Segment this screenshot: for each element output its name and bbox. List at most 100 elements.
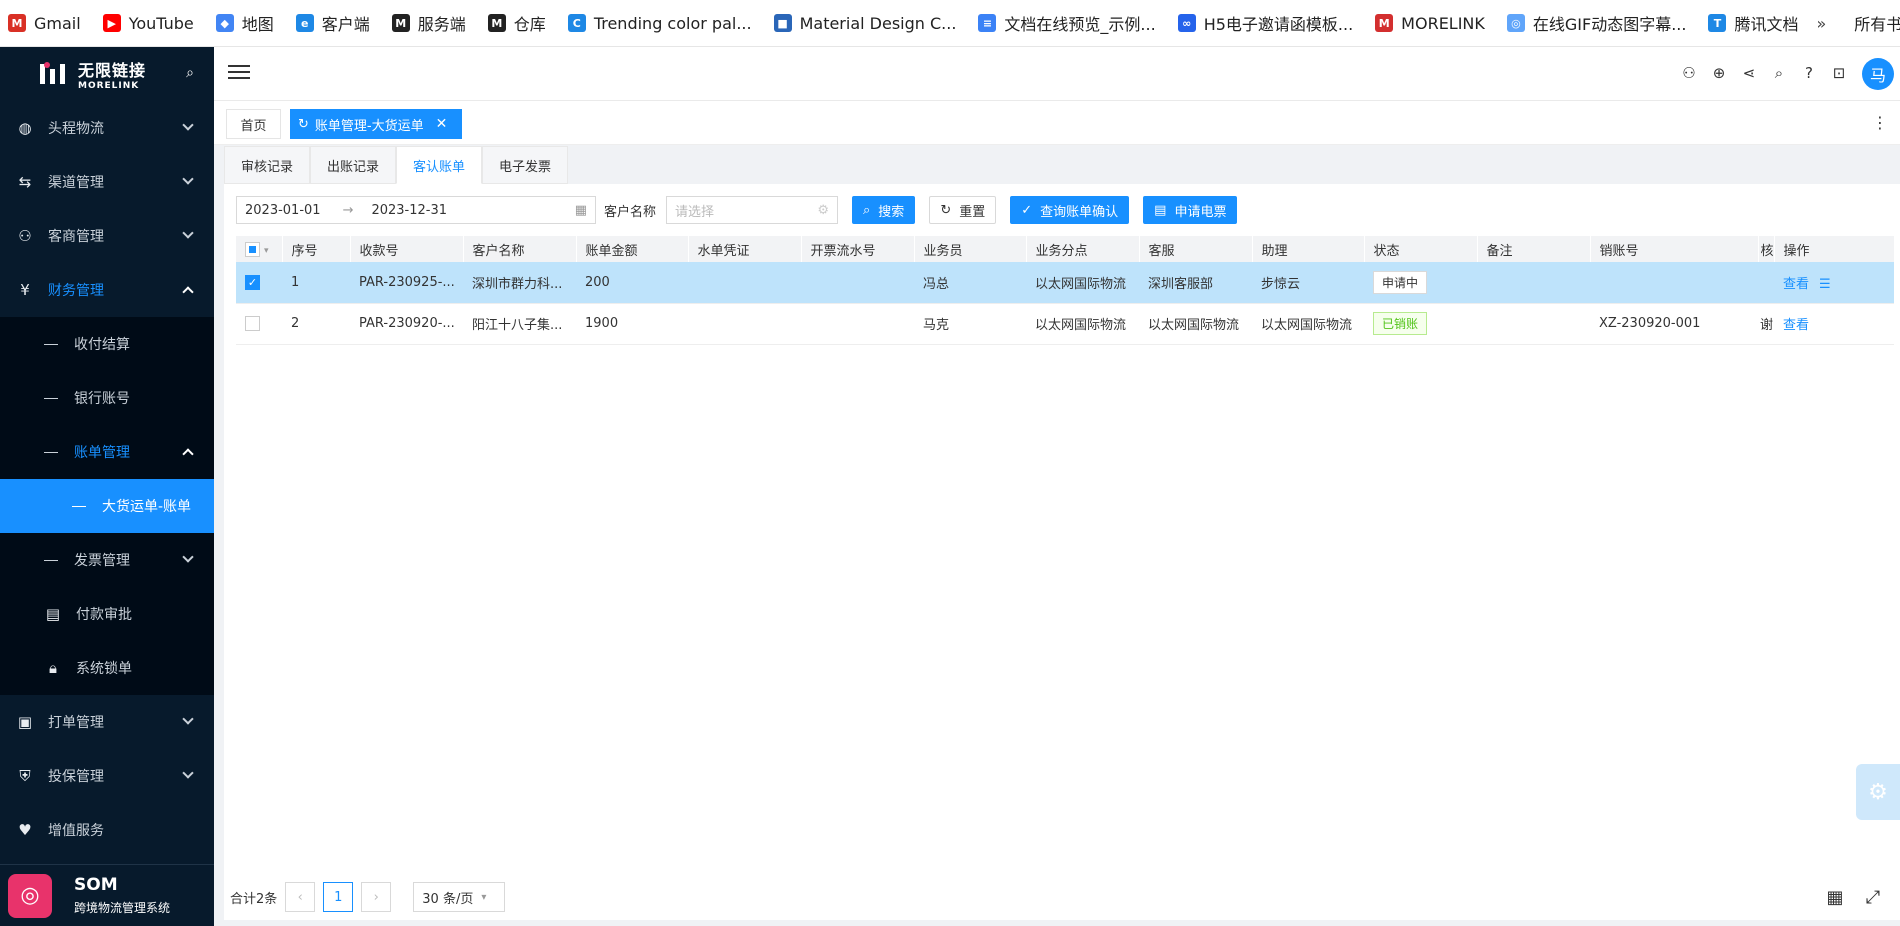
bookmark-gif[interactable]: ◎ 在线GIF动态图字幕... — [1506, 11, 1686, 35]
sidebar-item-channel[interactable]: ⇆ 渠道管理 — [0, 155, 214, 209]
sidebar-item-label: 头程物流 — [48, 121, 104, 137]
next-page-button[interactable]: › — [361, 882, 392, 912]
bookmark-coolors[interactable]: C Trending color pal... — [567, 14, 752, 33]
sidebar-item-system-lock[interactable]: 🔒︎ 系统锁单 — [0, 641, 214, 695]
sidebar-item-label: 付款审批 — [76, 607, 132, 623]
sidebar-item-settlement[interactable]: 收付结算 — [0, 317, 214, 371]
arrow-right-icon: → — [342, 202, 354, 218]
column-settings-icon[interactable]: ▦ — [1822, 887, 1848, 908]
tab-billing-records[interactable]: 出账记录 — [310, 146, 397, 184]
bookmarks-more-button[interactable]: » — [1817, 14, 1827, 33]
sidebar-item-bank-account[interactable]: 银行账号 — [0, 371, 214, 425]
customer-select[interactable]: 请选择 ⚙ — [666, 196, 839, 224]
apply-e-invoice-button[interactable]: ▤ 申请电票 — [1143, 196, 1238, 224]
bookmark-client[interactable]: e 客户端 — [295, 11, 370, 35]
user-switch-icon[interactable]: ⚇ — [1674, 64, 1704, 82]
shield-icon: ⛨ — [19, 767, 31, 785]
select-all-checkbox[interactable] — [245, 241, 260, 257]
language-icon[interactable]: ⊕ — [1704, 64, 1734, 82]
tencent-doc-icon: T — [1708, 14, 1727, 32]
cell-pay-no: PAR-230920-... — [350, 303, 463, 345]
row-checkbox[interactable]: ✓ — [245, 274, 260, 290]
tab-audit-records[interactable]: 审核记录 — [224, 146, 311, 184]
search-button[interactable]: ⌕ 搜索 — [852, 196, 916, 224]
users-icon: ⚇ — [18, 227, 32, 245]
collapse-menu-icon[interactable] — [228, 65, 250, 83]
sidebar-item-first-leg[interactable]: ◍ 头程物流 — [0, 101, 214, 155]
avatar[interactable]: 马 — [1862, 58, 1894, 90]
date-end[interactable]: 2023-12-31 — [371, 203, 447, 218]
bookmark-server[interactable]: M 服务端 — [391, 11, 466, 35]
settings-gear-icon[interactable]: ⚙ — [1856, 764, 1900, 820]
sidebar-item-label: 增值服务 — [48, 823, 104, 839]
sidebar-item-print[interactable]: ▣ 打单管理 — [0, 695, 214, 749]
bookmark-doc[interactable]: ≡ 文档在线预览_示例... — [978, 11, 1156, 35]
sidebar-item-finance[interactable]: ¥ 财务管理 — [0, 263, 214, 317]
sidebar-item-merchant[interactable]: ⚇ 客商管理 — [0, 209, 214, 263]
col-amount: 账单金额 — [576, 236, 689, 262]
chevron-down-icon — [182, 173, 194, 185]
row-checkbox-cell[interactable]: ✓ — [236, 262, 282, 304]
select-all-checkbox-cell[interactable]: ▾ — [236, 236, 283, 262]
bag-icon[interactable]: ⊡ — [1824, 64, 1854, 82]
col-check: 核 — [1758, 236, 1775, 262]
tab-e-invoice[interactable]: 电子发票 — [482, 146, 569, 184]
row-checkbox-cell[interactable] — [236, 303, 282, 345]
help-icon[interactable]: ? — [1794, 64, 1824, 82]
date-range-picker[interactable]: 2023-01-01 → 2023-12-31 ▦ — [236, 196, 596, 224]
cell-assistant: 步惊云 — [1252, 262, 1364, 304]
table-row[interactable]: ✓ 1 PAR-230925-... 深圳市群力科... 200 冯总 以太网国… — [236, 262, 1895, 304]
tab-confirmed-bills[interactable]: 客认账单 — [396, 146, 483, 184]
col-pay-no: 收款号 — [350, 236, 464, 262]
col-remark: 备注 — [1477, 236, 1591, 262]
search-icon[interactable]: ⌕ — [1764, 64, 1794, 82]
bookmark-warehouse[interactable]: M 仓库 — [487, 11, 546, 35]
sidebar-item-insurance[interactable]: ⛨ 投保管理 — [0, 749, 214, 803]
bookmark-map[interactable]: ◆ 地图 — [215, 11, 274, 35]
share-icon[interactable]: ⋖ — [1734, 64, 1764, 82]
view-link[interactable]: 查看 — [1783, 318, 1809, 333]
fullscreen-icon[interactable]: ⤢ — [1860, 887, 1886, 908]
row-checkbox[interactable] — [245, 316, 260, 331]
sidebar-item-bill-management[interactable]: 账单管理 — [0, 425, 214, 479]
sidebar-item-value-added[interactable]: ♥ 增值服务 — [0, 803, 214, 857]
refresh-icon[interactable]: ↻ — [298, 117, 309, 132]
search-button-label: 搜索 — [878, 204, 905, 220]
cell-action: 查看 — [1774, 303, 1895, 345]
view-link[interactable]: 查看 — [1783, 277, 1809, 292]
page-number-button[interactable]: 1 — [323, 882, 354, 912]
date-start[interactable]: 2023-01-01 — [245, 203, 321, 218]
menu-icon[interactable]: ☰ — [1819, 277, 1831, 292]
sidebar-item-payment-approval[interactable]: ▤ 付款审批 — [0, 587, 214, 641]
close-icon[interactable]: ✕ — [436, 116, 448, 132]
bookmark-h5[interactable]: ∞ H5电子邀请函模板... — [1177, 11, 1353, 35]
bookmark-material[interactable]: ■ Material Design C... — [773, 14, 956, 33]
table-row[interactable]: 2 PAR-230920-... 阳江十八子集... 1900 马克 以太网国际… — [236, 303, 1895, 345]
bookmark-morelink[interactable]: M MORELINK — [1375, 14, 1485, 33]
all-bookmarks-folder[interactable]: 所有书签 — [1854, 11, 1900, 35]
sidebar: 无限链接 MORELINK ⌕ ◍ 头程物流 ⇆ 渠道管理 ⚇ 客商管理 ¥ 财务管理 … — [0, 47, 214, 926]
bookmark-tencent-doc[interactable]: T 腾讯文档 — [1708, 11, 1799, 35]
more-vertical-icon[interactable]: ⋮ — [1872, 113, 1888, 132]
gear-icon: ⚙ — [817, 202, 830, 218]
h5-icon: ∞ — [1177, 14, 1196, 32]
reset-button[interactable]: ↻ 重置 — [929, 196, 997, 224]
sidebar-item-bulk-waybill-bill[interactable]: 大货运单-账单 — [0, 479, 214, 533]
query-confirm-button[interactable]: ✓ 查询账单确认 — [1010, 196, 1130, 224]
bookmark-gmail[interactable]: M Gmail — [8, 14, 81, 33]
brand-logo[interactable]: 无限链接 MORELINK ⌕ — [0, 47, 214, 101]
sidebar-item-invoice[interactable]: 发票管理 — [0, 533, 214, 587]
tab-bill-management[interactable]: ↻ 账单管理-大货运单 ✕ — [290, 109, 462, 139]
cell-remark — [1477, 262, 1590, 304]
cell-amount: 1900 — [576, 303, 688, 345]
bookmark-youtube[interactable]: ▶ YouTube — [102, 14, 194, 33]
col-no: 序号 — [282, 236, 351, 262]
bookmark-label: 腾讯文档 — [1734, 15, 1799, 34]
sidebar-item-label: 大货运单-账单 — [102, 499, 192, 515]
tab-home[interactable]: 首页 — [226, 109, 281, 139]
bookmark-label: 仓库 — [513, 15, 546, 34]
menu-search-icon[interactable]: ⌕ — [186, 65, 194, 81]
page-size-select[interactable]: 30 条/页 ▾ — [413, 882, 506, 912]
prev-page-button[interactable]: ‹ — [285, 882, 316, 912]
chevron-down-icon[interactable]: ▾ — [264, 246, 269, 256]
